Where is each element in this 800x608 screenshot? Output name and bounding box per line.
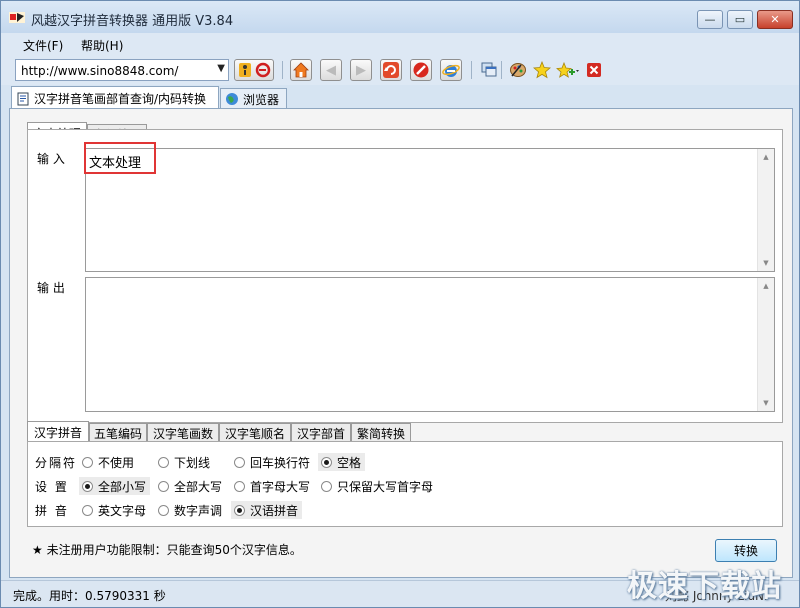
minimize-button[interactable]: — (697, 10, 723, 29)
delete-icon (587, 63, 601, 77)
palette-icon (510, 63, 526, 77)
output-textarea[interactable]: ▲ ▼ (85, 277, 775, 412)
radio-pinyin-hanyu[interactable]: 汉语拼音 (231, 501, 303, 519)
stop-icon (413, 62, 429, 78)
radio-pinyin-letters[interactable]: 英文字母 (82, 501, 146, 519)
toolbar-separator (471, 61, 472, 79)
radio-label: 只保留大写首字母 (337, 479, 434, 494)
radio-sep-newline[interactable]: 回车换行符 (234, 453, 310, 471)
toolbar-separator (282, 61, 283, 79)
radio-sep-space[interactable]: 空格 (318, 453, 366, 471)
radio-sep-underscore[interactable]: 下划线 (158, 453, 210, 471)
menu-bar: 文件(F) 帮助(H) (1, 33, 799, 55)
tab-pinyin-query[interactable]: 汉字拼音笔画部首查询/内码转换 (11, 86, 219, 110)
home-icon (293, 62, 309, 78)
scroll-up-icon[interactable]: ▲ (758, 149, 774, 165)
delete-button[interactable] (583, 59, 605, 81)
pinyin-options-pane: 分隔符 不使用 下划线 回车换行符 空格 设 置 全部小写 全部大写 首字母大写… (27, 441, 783, 527)
tab-radical[interactable]: 汉字部首 (291, 423, 351, 442)
input-scrollbar[interactable]: ▲ ▼ (757, 149, 774, 271)
add-favorite-icon (556, 61, 579, 78)
refresh-button[interactable] (380, 59, 402, 81)
url-text: http://www.sino8848.com/ (21, 64, 179, 78)
convert-button[interactable]: 转换 (715, 539, 777, 562)
radio-pinyin-numeric-tone[interactable]: 数字声调 (158, 501, 222, 519)
radio-case-initials[interactable]: 只保留大写首字母 (321, 477, 433, 495)
radio-label: 汉语拼音 (250, 503, 299, 518)
app-logo-icon (9, 12, 25, 23)
maximize-button[interactable]: ▭ (727, 10, 753, 29)
tab-pinyin-query-label: 汉字拼音笔画部首查询/内码转换 (34, 92, 207, 106)
output-label: 输 出 (37, 281, 65, 295)
highlight-box (84, 142, 156, 174)
input-textarea[interactable]: 文本处理 ▲ ▼ (85, 148, 775, 272)
scroll-down-icon[interactable]: ▼ (758, 395, 774, 411)
favorite-button[interactable] (531, 59, 553, 81)
window-button[interactable] (478, 59, 500, 81)
tab-wubi[interactable]: 五笔编码 (89, 423, 147, 442)
stop-button[interactable] (410, 59, 432, 81)
output-scrollbar[interactable]: ▲ ▼ (757, 278, 774, 411)
back-button[interactable]: ◀ (320, 59, 342, 81)
palette-button[interactable] (507, 59, 529, 81)
radio-label: 不使用 (98, 455, 135, 470)
radio-label: 回车换行符 (250, 455, 311, 470)
go-icon (239, 62, 271, 78)
radio-label: 空格 (337, 455, 362, 470)
toolbar: http://www.sino8848.com/ ▼ ◀ ▶ (1, 55, 799, 85)
window-icon (481, 62, 497, 77)
home-button[interactable] (290, 59, 312, 81)
radio-label: 数字声调 (174, 503, 223, 518)
radio-label: 全部小写 (98, 479, 147, 494)
tab-stroke-count[interactable]: 汉字笔画数 (147, 423, 219, 442)
main-panel: 文本处理 文件处理 输 入 文本处理 ▲ ▼ 输 出 ▲ ▼ 汉字拼 (9, 108, 793, 578)
radio-label: 全部大写 (174, 479, 223, 494)
watermark-logo: 极速下载站 (627, 569, 782, 604)
tab-hanzi-pinyin[interactable]: 汉字拼音 (27, 421, 89, 442)
tab-stroke-order[interactable]: 汉字笔顺名 (219, 423, 291, 442)
input-label: 输 入 (37, 152, 65, 166)
radio-sep-none[interactable]: 不使用 (82, 453, 134, 471)
radio-case-capitalize[interactable]: 首字母大写 (234, 477, 310, 495)
case-label: 设 置 (35, 480, 69, 494)
scroll-up-icon[interactable]: ▲ (758, 278, 774, 294)
close-button[interactable]: ✕ (757, 10, 793, 29)
separator-label: 分隔符 (35, 456, 78, 470)
go-button[interactable] (234, 59, 274, 81)
app-window: 风越汉字拼音转换器 通用版 V3.84 — ▭ ✕ 文件(F) 帮助(H) ht… (0, 0, 800, 608)
forward-button[interactable]: ▶ (350, 59, 372, 81)
ie-icon (442, 64, 460, 77)
tab-browser-label: 浏览器 (243, 92, 280, 107)
toolbar-separator (501, 61, 502, 79)
globe-icon (226, 93, 238, 105)
forward-icon: ▶ (356, 62, 366, 78)
ie-button[interactable] (440, 59, 462, 81)
radio-label: 英文字母 (98, 503, 147, 518)
radio-label: 首字母大写 (250, 479, 311, 494)
url-combobox[interactable]: http://www.sino8848.com/ ▼ (15, 59, 229, 81)
back-icon: ◀ (326, 62, 336, 78)
registration-notice: ★ 未注册用户功能限制：只能查询50个汉字信息。 (32, 543, 302, 557)
add-favorite-button[interactable] (555, 59, 581, 81)
menu-help[interactable]: 帮助(H) (81, 37, 123, 54)
document-icon (17, 92, 29, 105)
main-tab-strip: 汉字拼音笔画部首查询/内码转换 浏览器 (1, 85, 799, 110)
scroll-down-icon[interactable]: ▼ (758, 255, 774, 271)
title-bar: 风越汉字拼音转换器 通用版 V3.84 — ▭ ✕ (1, 1, 799, 33)
tab-trad-simp[interactable]: 繁简转换 (351, 423, 411, 442)
menu-file[interactable]: 文件(F) (23, 37, 63, 54)
radio-label: 下划线 (174, 455, 211, 470)
refresh-icon (383, 62, 399, 78)
tab-browser[interactable]: 浏览器 (220, 88, 287, 109)
window-title: 风越汉字拼音转换器 通用版 V3.84 (31, 14, 234, 29)
favorite-star-icon (533, 61, 551, 79)
radio-case-lower[interactable]: 全部小写 (79, 477, 151, 495)
status-text: 完成。用时：0.5790331 秒 (13, 589, 166, 603)
pinyin-label: 拼 音 (35, 504, 69, 518)
radio-case-upper[interactable]: 全部大写 (158, 477, 222, 495)
dropdown-arrow-icon[interactable]: ▼ (217, 63, 225, 74)
text-processing-pane: 输 入 文本处理 ▲ ▼ 输 出 ▲ ▼ (27, 129, 783, 423)
